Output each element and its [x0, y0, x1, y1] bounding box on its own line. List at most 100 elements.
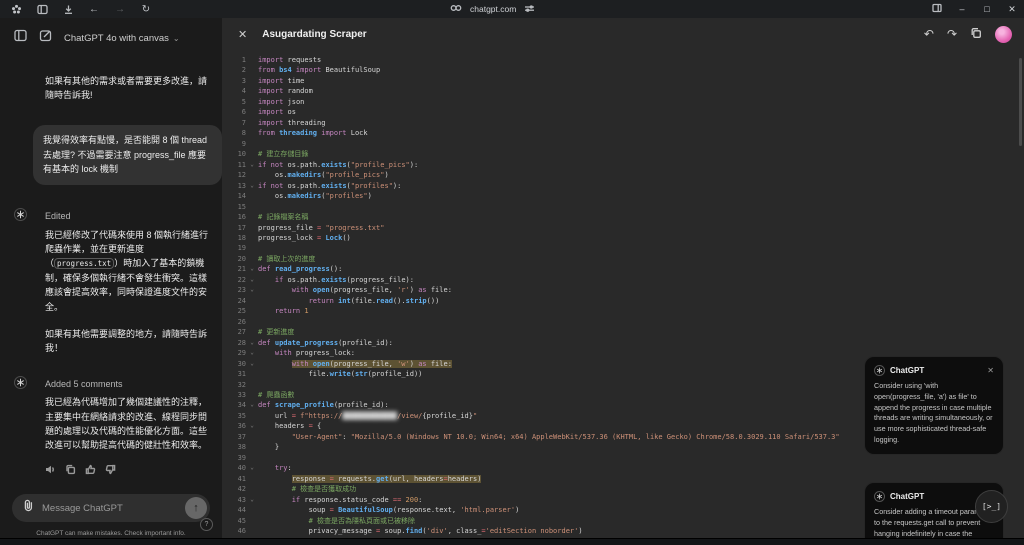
code-line[interactable]: 6 import os [222, 107, 1024, 117]
fold-gutter [246, 107, 258, 117]
code-line[interactable]: 20 # 讀取上次的進度 [222, 254, 1024, 264]
fold-chevron-icon[interactable]: ⌄ [246, 463, 258, 473]
side-panel-icon[interactable] [931, 3, 943, 15]
code-line[interactable]: 22 ⌄ if os.path.exists(progress_file): [222, 275, 1024, 285]
url-text[interactable]: chatgpt.com [470, 4, 516, 14]
tab-panel-icon[interactable] [36, 3, 48, 15]
edited-paragraph: 我已經修改了代碼來使用 8 個執行緒進行爬蟲作業，並在更新進度（ progress… [45, 228, 209, 314]
code-text: progress_lock = Lock() [258, 233, 351, 242]
code-line[interactable]: 27 # 更新進度 [222, 327, 1024, 337]
chevron-down-icon: ⌄ [172, 33, 180, 43]
code-line[interactable]: 19 [222, 243, 1024, 253]
code-line[interactable]: 8 from threading import Lock [222, 128, 1024, 138]
thumbs-up-icon[interactable] [85, 462, 96, 474]
review-comment-card[interactable]: ChatGPT ✕ Consider using 'with open(prog… [864, 356, 1004, 455]
model-selector[interactable]: ChatGPT 4o with canvas ⌄ [64, 33, 180, 44]
reload-icon[interactable]: ↻ [140, 3, 152, 15]
line-number: 23 [237, 286, 246, 295]
code-line[interactable]: 1 import requests [222, 55, 1024, 65]
comments-paragraph: 我已經為代碼增加了幾個建議性的注釋，主要集中在網絡請求的改進、線程同步問題的處理… [45, 397, 208, 451]
fold-chevron-icon[interactable]: ⌄ [246, 264, 258, 274]
code-line[interactable]: 16 # 記錄檔案名稱 [222, 212, 1024, 222]
browser-logo-icon[interactable] [10, 3, 22, 15]
forward-icon[interactable]: → [114, 3, 126, 15]
code-line[interactable]: 24 return int(file.read().strip()) [222, 296, 1024, 306]
code-line[interactable]: 15 [222, 202, 1024, 212]
code-line[interactable]: 7 import threading [222, 118, 1024, 128]
code-line[interactable]: 17 progress_file = "progress.txt" [222, 223, 1024, 233]
code-line[interactable]: 5 import json [222, 97, 1024, 107]
undo-icon[interactable]: ↶ [924, 27, 934, 41]
line-number: 19 [237, 244, 246, 253]
minimize-button[interactable]: – [956, 4, 968, 14]
fold-gutter [246, 65, 258, 75]
app-window: ← → ↻ chatgpt.com – □ ✕ ChatGPT 4o with … [0, 0, 1024, 545]
code-line[interactable]: 28 ⌄ def update_progress(profile_id): [222, 338, 1024, 348]
code-line[interactable]: 18 progress_lock = Lock() [222, 233, 1024, 243]
code-editor[interactable]: 1 import requests 2 from bs4 import Beautif… [222, 55, 1024, 537]
fold-chevron-icon[interactable]: ⌄ [246, 495, 258, 505]
new-chat-icon[interactable] [39, 29, 52, 47]
code-line[interactable]: 23 ⌄ with open(progress_file, 'r') as fil… [222, 285, 1024, 295]
redo-icon[interactable]: ↷ [947, 27, 957, 41]
code-line[interactable]: 25 return 1 [222, 306, 1024, 316]
code-toggle-button[interactable]: [>_] [975, 490, 1008, 523]
fold-chevron-icon[interactable]: ⌄ [246, 181, 258, 191]
fold-chevron-icon[interactable]: ⌄ [246, 359, 258, 369]
send-button[interactable]: ↑ [185, 497, 207, 519]
fold-chevron-icon[interactable]: ⌄ [246, 348, 258, 358]
code-line[interactable]: 12 os.makedirs("profile_pics") [222, 170, 1024, 180]
fold-gutter [246, 191, 258, 201]
back-icon[interactable]: ← [88, 3, 100, 15]
user-avatar[interactable] [995, 25, 1012, 43]
copy-canvas-icon[interactable] [970, 27, 982, 42]
read-aloud-icon[interactable] [45, 462, 56, 474]
line-number: 42 [237, 485, 246, 494]
fold-gutter [246, 212, 258, 222]
code-line[interactable]: 9 [222, 139, 1024, 149]
copy-icon[interactable] [65, 462, 76, 474]
fold-chevron-icon[interactable]: ⌄ [246, 421, 258, 431]
line-number: 9 [241, 139, 246, 148]
fold-chevron-icon[interactable]: ⌄ [246, 275, 258, 285]
thumbs-down-icon[interactable] [105, 462, 116, 475]
download-icon[interactable] [62, 3, 74, 15]
scrollbar-thumb[interactable] [1019, 58, 1022, 146]
model-selector-label: ChatGPT 4o with canvas [64, 32, 169, 44]
fold-chevron-icon[interactable]: ⌄ [246, 338, 258, 348]
code-line[interactable]: 40 ⌄ try: [222, 463, 1024, 473]
line-number: 46 [237, 527, 246, 536]
attach-file-icon[interactable] [23, 499, 34, 517]
maximize-button[interactable]: □ [981, 4, 993, 14]
canvas-title: Asugardating Scraper [262, 28, 367, 40]
code-line[interactable]: 26 [222, 317, 1024, 327]
assistant-message: 如果有其他的需求或者需要更多改進，請隨時告訴我! [45, 76, 208, 101]
fold-chevron-icon[interactable]: ⌄ [246, 400, 258, 410]
code-text: import random [258, 87, 313, 96]
close-window-button[interactable]: ✕ [1006, 4, 1018, 15]
code-line[interactable]: 21 ⌄ def read_progress(): [222, 264, 1024, 274]
tune-icon[interactable] [524, 4, 535, 15]
code-line[interactable]: 3 import time [222, 76, 1024, 86]
user-message-bubble: 我覺得效率有點慢，是否能開 8 個 thread 去處理? 不過需要注意 pro… [33, 124, 222, 186]
line-number: 12 [237, 171, 246, 180]
fold-gutter [246, 149, 258, 159]
close-icon[interactable]: ✕ [987, 366, 994, 375]
code-line[interactable]: 11 ⌄ if not os.path.exists("profile_pics")… [222, 160, 1024, 170]
code-text: if response.status_code == 200: [291, 495, 423, 504]
composer-placeholder[interactable]: Message ChatGPT [42, 503, 185, 514]
code-line[interactable]: 2 from bs4 import BeautifulSoup [222, 65, 1024, 75]
message-composer[interactable]: Message ChatGPT ↑ [12, 494, 210, 522]
line-number: 37 [237, 432, 246, 441]
canvas-close-icon[interactable]: ✕ [238, 28, 247, 41]
code-line[interactable]: 10 # 建立存儲目錄 [222, 149, 1024, 159]
code-line[interactable]: 4 import random [222, 86, 1024, 96]
code-line[interactable]: 14 os.makedirs("profiles") [222, 191, 1024, 201]
sidebar-toggle-icon[interactable] [14, 29, 27, 47]
help-button[interactable]: ? [200, 518, 213, 531]
fold-chevron-icon[interactable]: ⌄ [246, 160, 258, 170]
fold-chevron-icon[interactable]: ⌄ [246, 285, 258, 295]
chatgpt-logo-icon [874, 491, 885, 502]
code-line[interactable]: 13 ⌄ if not os.path.exists("profiles"): [222, 181, 1024, 191]
chatgpt-logo-icon [14, 208, 27, 222]
